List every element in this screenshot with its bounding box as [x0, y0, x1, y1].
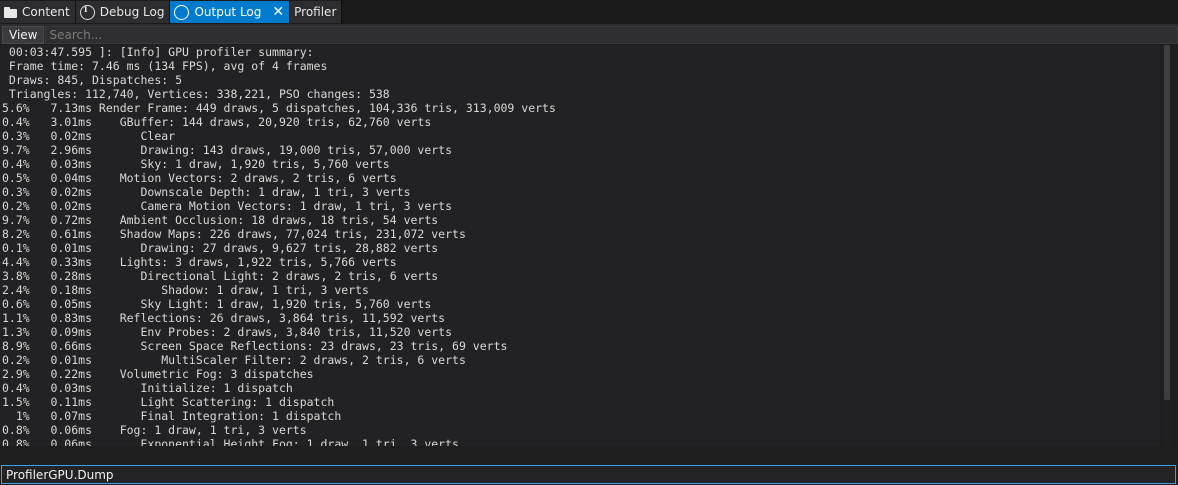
- log-line: 1.1% 0.83ms Reflections: 26 draws, 3,864…: [2, 311, 446, 325]
- log-line: 0.8% 0.06ms Exponential Height Fog: 1 dr…: [2, 437, 459, 446]
- info-icon: [79, 4, 95, 20]
- tab-output-log[interactable]: Output Log ✕: [170, 1, 291, 23]
- log-line: 1.3% 0.09ms Env Probes: 2 draws, 3,840 t…: [2, 325, 453, 339]
- log-line: 0.3% 0.02ms Clear: [2, 129, 176, 143]
- log-line: 2.9% 0.22ms Volumetric Fog: 3 dispatches: [2, 367, 314, 381]
- log-line: 5.6% 7.13ms Render Frame: 449 draws, 5 d…: [2, 101, 556, 115]
- log-line: 0.4% 0.03ms Sky: 1 draw, 1,920 tris, 5,7…: [2, 157, 390, 171]
- log-line: 00:03:47.595 ]: [Info] GPU profiler summ…: [2, 45, 314, 59]
- log-line: 0.3% 0.02ms Downscale Depth: 1 draw, 1 t…: [2, 185, 411, 199]
- log-line: 0.4% 3.01ms GBuffer: 144 draws, 20,920 t…: [2, 115, 432, 129]
- view-button[interactable]: View: [2, 26, 45, 44]
- tab-bar: Content Debug Log Output Log ✕ Profiler: [0, 0, 1178, 26]
- log-line: 0.2% 0.02ms Camera Motion Vectors: 1 dra…: [2, 199, 453, 213]
- tab-label: Output Log: [194, 5, 262, 19]
- log-line: 4.4% 0.33ms Lights: 3 draws, 1,922 tris,…: [2, 255, 397, 269]
- log-line: 0.1% 0.01ms Drawing: 27 draws, 9,627 tri…: [2, 241, 439, 255]
- tab-profiler[interactable]: Profiler: [290, 1, 343, 23]
- log-line: 0.4% 0.03ms Initialize: 1 dispatch: [2, 381, 293, 395]
- log-line: 9.7% 2.96ms Drawing: 143 draws, 19,000 t…: [2, 143, 453, 157]
- log-line: 0.8% 0.06ms Fog: 1 draw, 1 tri, 3 verts: [2, 423, 307, 437]
- log-line: Triangles: 112,740, Vertices: 338,221, P…: [2, 87, 390, 101]
- log-line: 8.2% 0.61ms Shadow Maps: 226 draws, 77,0…: [2, 227, 466, 241]
- log-line: 0.2% 0.01ms MultiScaler Filter: 2 draws,…: [2, 353, 466, 367]
- log-line: 8.9% 0.66ms Screen Space Reflections: 23…: [2, 339, 508, 353]
- scrollbar-thumb[interactable]: [1164, 45, 1170, 400]
- search-input[interactable]: [45, 26, 1178, 44]
- tab-debug-log[interactable]: Debug Log: [75, 1, 171, 23]
- log-line: Frame time: 7.46 ms (134 FPS), avg of 4 …: [2, 59, 328, 73]
- log-lines: 00:03:47.595 ]: [Info] GPU profiler summ…: [0, 45, 1160, 446]
- log-line: 0.5% 0.04ms Motion Vectors: 2 draws, 2 t…: [2, 171, 397, 185]
- output-log-panel[interactable]: 00:03:47.595 ]: [Info] GPU profiler summ…: [0, 45, 1160, 446]
- folder-icon: [4, 6, 17, 19]
- command-input[interactable]: [1, 465, 1176, 484]
- log-line: 1% 0.07ms Final Integration: 1 dispatch: [2, 409, 342, 423]
- log-line: 3.8% 0.28ms Directional Light: 2 draws, …: [2, 269, 439, 283]
- log-line: 0.6% 0.05ms Sky Light: 1 draw, 1,920 tri…: [2, 297, 432, 311]
- vertical-scrollbar[interactable]: [1163, 45, 1171, 446]
- log-line: 9.7% 0.72ms Ambient Occlusion: 18 draws,…: [2, 213, 439, 227]
- close-icon[interactable]: ✕: [272, 5, 284, 19]
- tab-label: Content: [22, 5, 70, 19]
- tab-content[interactable]: Content: [0, 1, 76, 23]
- log-line: 2.4% 0.18ms Shadow: 1 draw, 1 tri, 3 ver…: [2, 283, 369, 297]
- spacer: [0, 446, 1178, 465]
- tab-label: Profiler: [294, 5, 337, 19]
- log-toolbar: View: [0, 26, 1178, 44]
- tab-label: Debug Log: [99, 5, 165, 19]
- log-line: Draws: 845, Dispatches: 5: [2, 73, 183, 87]
- log-line: 1.5% 0.11ms Light Scattering: 1 dispatch: [2, 395, 335, 409]
- circle-icon: [174, 4, 190, 20]
